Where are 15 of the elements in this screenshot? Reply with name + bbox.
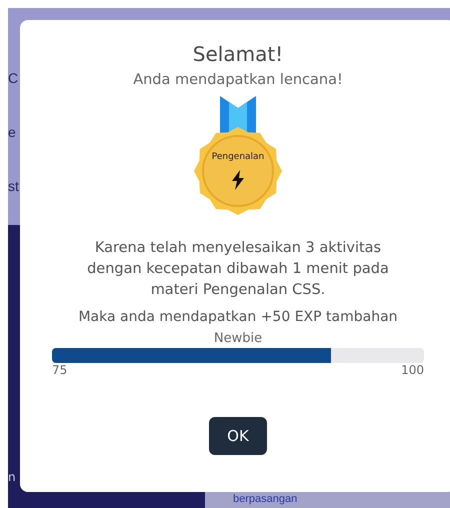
dialog-title: Selamat!: [192, 42, 284, 66]
lightning-icon: [230, 170, 246, 190]
reward-text: Maka anda mendapatkan +50 EXP tambahan: [78, 309, 398, 325]
badge-label: Pengenalan: [210, 152, 266, 162]
background-text: st: [8, 178, 19, 194]
progress-min: 75: [52, 363, 68, 377]
dialog-subtitle: Anda mendapatkan lencana!: [133, 72, 343, 88]
ok-button[interactable]: OK: [209, 417, 267, 455]
background-link[interactable]: berpasangan: [233, 493, 298, 506]
background-text: C: [8, 70, 18, 86]
background-text: e: [8, 124, 16, 140]
background-text: n: [8, 470, 16, 484]
achievement-message: Karena telah menyelesaikan 3 aktivitas dengan kecepatan dibawah 1 menit pada materi Pengenalan CSS.: [86, 239, 390, 300]
rank-label: Newbie: [214, 331, 262, 346]
progress-max: 100: [401, 363, 424, 377]
